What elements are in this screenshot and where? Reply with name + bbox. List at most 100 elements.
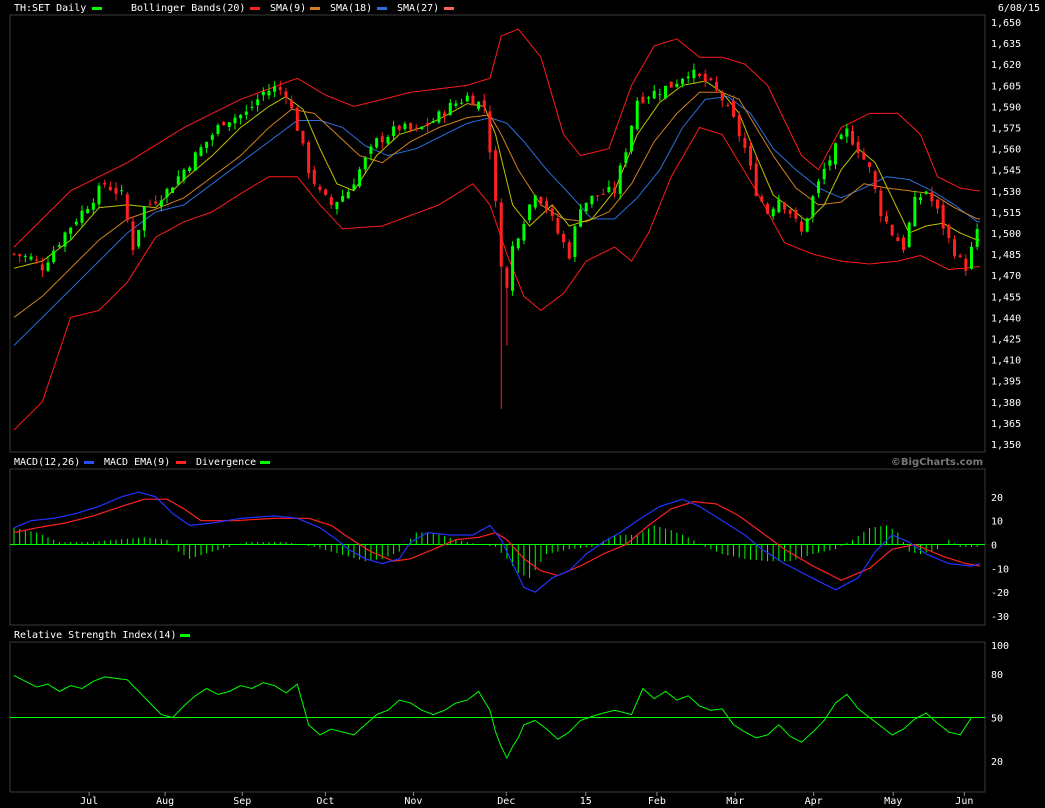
candle-body (743, 138, 747, 148)
candle-body (709, 78, 713, 81)
candle-body (380, 136, 384, 143)
candle-body (386, 137, 390, 144)
candle-body (890, 225, 894, 236)
candle-body (488, 111, 492, 153)
candle-body (460, 102, 464, 104)
candle-body (97, 185, 101, 205)
candle-body (754, 163, 758, 196)
candle-body (397, 125, 401, 131)
price-panel: 1,650 1,635 1,620 1,605 1,590 1,575 1,560 1,545… (9, 14, 1021, 453)
candle-body (86, 208, 90, 214)
candle-body (448, 102, 452, 116)
price-tick-label: 1,500 (991, 229, 1021, 240)
candle-body (324, 189, 328, 195)
sma-lines (13, 80, 980, 346)
price-tick-label: 1,650 (991, 18, 1021, 29)
x-tick-label: Nov (404, 796, 422, 807)
macd-tick-label: -30 (991, 612, 1009, 623)
x-tick-label: May (884, 796, 902, 807)
candle-body (199, 147, 203, 156)
candle-body (250, 106, 254, 108)
candle-body (244, 111, 248, 115)
x-tick-label: Jun (955, 796, 973, 807)
candle-body (579, 209, 583, 227)
candle-body (856, 141, 860, 153)
rsi-tick-label: 50 (991, 714, 1003, 725)
candle-body (811, 196, 815, 217)
candle-body (868, 162, 872, 168)
candle-body (958, 255, 962, 258)
rsi-legend-swatch (180, 634, 190, 637)
candle-body (766, 203, 770, 214)
x-tick-label: Sep (233, 796, 251, 807)
candle-body (669, 81, 673, 88)
candle-body (188, 167, 192, 171)
candle-body (346, 191, 350, 199)
candle-body (528, 204, 532, 221)
candle-body (896, 237, 900, 242)
candle-body (975, 228, 979, 247)
price-tick-label: 1,620 (991, 60, 1021, 71)
candle-body (822, 168, 826, 180)
candle-body (845, 128, 849, 137)
price-y-axis: 1,650 1,635 1,620 1,605 1,590 1,575 1,560 1,545… (991, 18, 1021, 451)
watermark: ©BigCharts.com (891, 457, 983, 468)
candle-body (335, 202, 339, 210)
candle-body (647, 97, 651, 99)
candle-body (454, 103, 458, 106)
candle-body (426, 123, 430, 126)
candle-body (154, 201, 158, 204)
macd-lines (13, 491, 981, 593)
candle-body (715, 81, 719, 91)
price-tick-label: 1,410 (991, 356, 1021, 367)
macd-tick-label: 0 (991, 541, 997, 552)
x-tick-label: Mar (726, 796, 744, 807)
price-tick-label: 1,350 (991, 440, 1021, 451)
candle-body (205, 141, 209, 148)
candle-body (267, 90, 271, 96)
candle-body (924, 191, 928, 194)
macd-panel: MACD(12,26) MACD EMA(9) Divergence ©BigC… (9, 457, 1009, 626)
candle-body (907, 222, 911, 247)
candle-body (970, 246, 974, 269)
candle-body (760, 196, 764, 202)
candle-body (210, 135, 214, 140)
chart-header: TH:SET Daily Bollinger Bands(20) SMA(9) … (14, 3, 1040, 14)
candle-body (239, 114, 243, 119)
candle-body (584, 202, 588, 212)
candle-body (749, 145, 753, 166)
candle-body (284, 91, 288, 98)
candle-body (222, 121, 226, 126)
candle-body (29, 256, 33, 260)
candle-body (443, 112, 447, 117)
candle-body (131, 221, 135, 251)
rsi-tick-label: 20 (991, 757, 1003, 768)
candle-body (885, 216, 889, 222)
candle-body (301, 130, 305, 144)
divergence-legend-swatch (260, 461, 270, 464)
price-tick-label: 1,575 (991, 124, 1021, 135)
candle-body (369, 146, 373, 154)
candle-body (176, 176, 180, 185)
candle-body (261, 91, 265, 96)
candle-body (227, 122, 231, 127)
candle-body (839, 134, 843, 140)
candle-body (936, 199, 940, 209)
rsi-title: Relative Strength Index(14) (14, 630, 177, 641)
candle-body (567, 242, 571, 259)
candle-body (278, 86, 282, 91)
macd-legend-swatch (84, 461, 94, 464)
price-tick-label: 1,380 (991, 398, 1021, 409)
price-tick-label: 1,485 (991, 250, 1021, 261)
candle-body (601, 193, 605, 195)
candle-body (193, 152, 197, 171)
candle-body (471, 95, 475, 106)
candle-body (686, 76, 690, 79)
candle-body (414, 127, 418, 129)
candle-body (137, 229, 141, 247)
candle-body (573, 226, 577, 257)
stock-chart: 1,650 1,635 1,620 1,605 1,590 1,575 1,560 1,545… (9, 3, 1040, 807)
sma27-line (13, 96, 980, 346)
candle-body (403, 123, 407, 130)
candle-body (817, 181, 821, 194)
